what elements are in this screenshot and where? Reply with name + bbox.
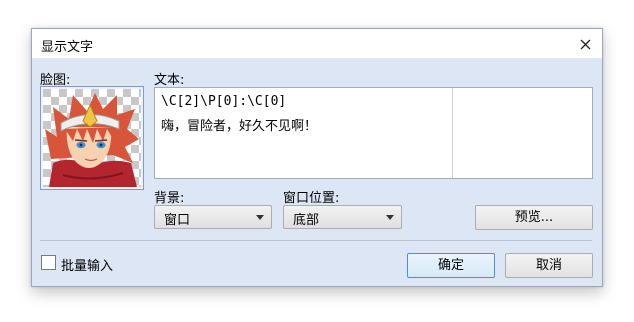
- show-text-dialog: 显示文字 脸图: 文本: \C[2]\P[0]:\C[0] 嗨，冒险者，好久不见…: [31, 28, 603, 287]
- dialog-title: 显示文字: [41, 40, 94, 55]
- background-select[interactable]: 窗口: [154, 205, 272, 229]
- face-image-selector[interactable]: [40, 86, 144, 190]
- background-label: 背景:: [154, 191, 185, 206]
- background-select-value: 窗口: [164, 213, 191, 228]
- text-line-1: \C[2]\P[0]:\C[0]: [161, 94, 287, 109]
- close-button[interactable]: [574, 33, 596, 55]
- text-line-2: 嗨，冒险者，好久不见啊！: [161, 119, 318, 134]
- title-bar: 显示文字: [32, 29, 602, 58]
- ok-button[interactable]: 确定: [407, 253, 495, 278]
- message-text-area[interactable]: \C[2]\P[0]:\C[0] 嗨，冒险者，好久不见啊！: [154, 87, 593, 179]
- chevron-down-icon: [256, 215, 264, 220]
- batch-input-checkbox[interactable]: [41, 255, 56, 270]
- window-position-select[interactable]: 底部: [283, 205, 402, 229]
- text-label: 文本:: [154, 73, 185, 88]
- cancel-button[interactable]: 取消: [505, 253, 593, 278]
- window-position-label: 窗口位置:: [283, 191, 340, 206]
- divider: [40, 240, 592, 241]
- text-width-guide: [452, 88, 453, 178]
- preview-button[interactable]: 预览...: [475, 205, 593, 230]
- close-icon: [580, 39, 590, 49]
- window-position-select-value: 底部: [293, 213, 320, 228]
- hero-face-portrait: [43, 89, 141, 187]
- chevron-down-icon: [386, 215, 394, 220]
- batch-input-label: 批量输入: [61, 259, 114, 274]
